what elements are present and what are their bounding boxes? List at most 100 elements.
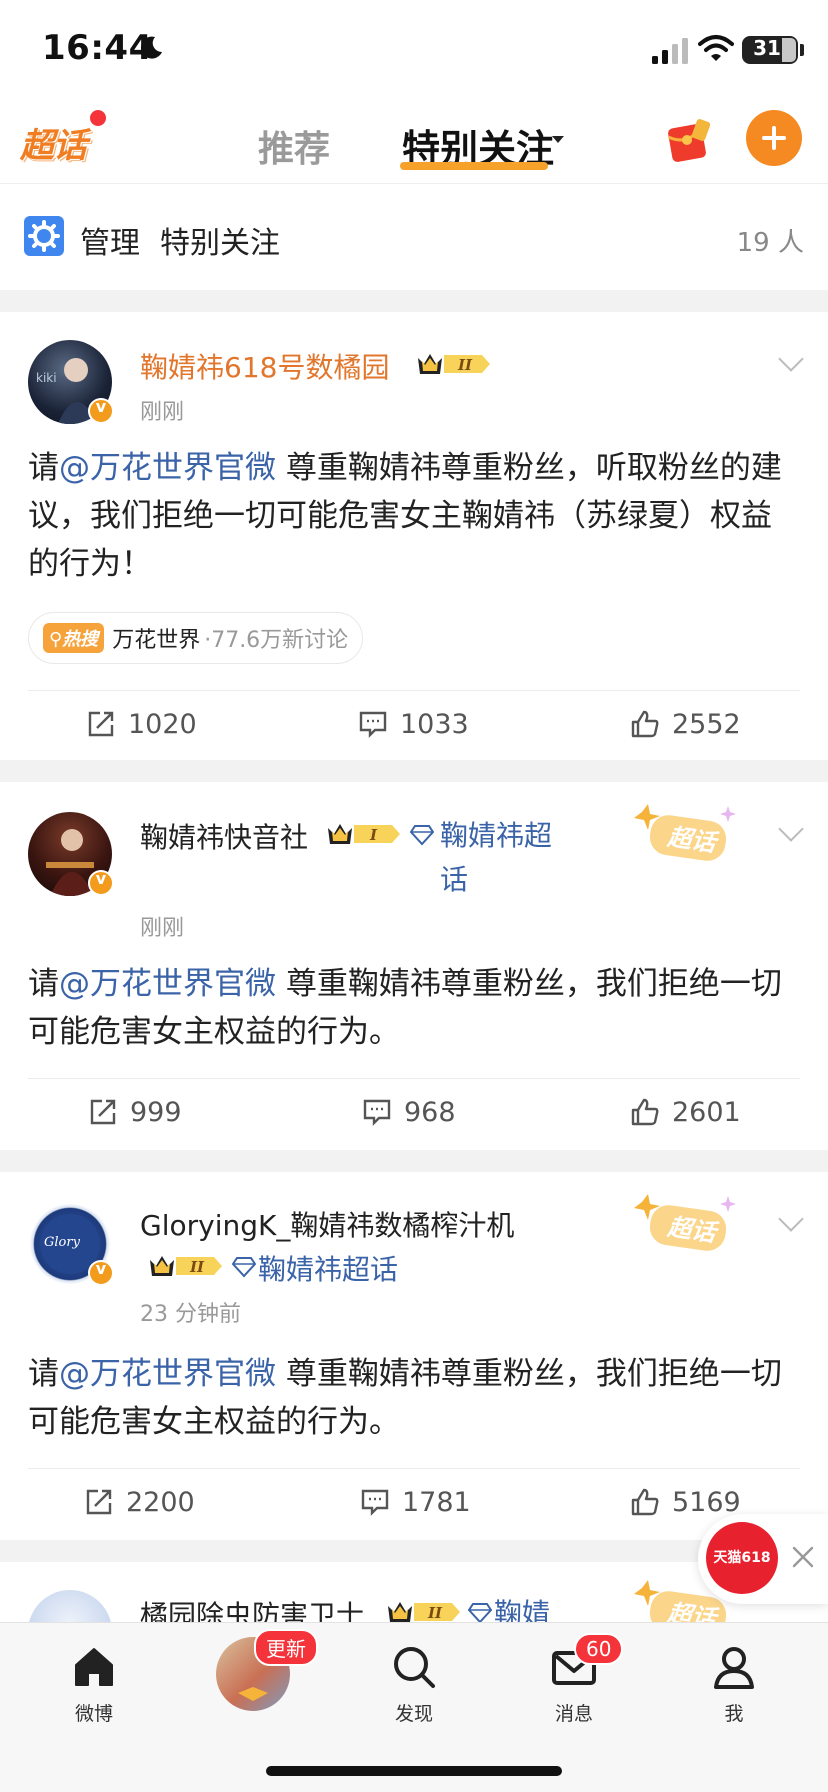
comment-count: 968 xyxy=(404,1096,456,1128)
svg-text:Glory: Glory xyxy=(44,1235,81,1250)
mention-link[interactable]: @万花世界官微 xyxy=(59,1356,276,1392)
gear-icon[interactable] xyxy=(24,216,64,256)
follow-count: 19 人 xyxy=(736,228,804,258)
thumbs-up-icon xyxy=(631,710,659,738)
chevron-down-icon[interactable] xyxy=(778,816,804,842)
level-text: I xyxy=(369,826,378,844)
wifi-icon xyxy=(698,35,734,61)
diamond-icon xyxy=(232,1257,256,1278)
action-bar: 1020 1033 2552 xyxy=(0,694,828,754)
comment-button[interactable]: 968 xyxy=(362,1082,456,1142)
chaohua-sticker: 超话 xyxy=(628,802,748,868)
post-text-prefix: 请 xyxy=(28,966,59,1002)
username[interactable]: 鞠婧祎快音社 xyxy=(140,816,308,856)
battery-icon: 31 xyxy=(742,36,798,64)
post-text-prefix: 请 xyxy=(28,450,59,486)
svg-text:kiki: kiki xyxy=(36,371,57,385)
special-follow-label: 特别关注 xyxy=(160,226,280,261)
avatar[interactable] xyxy=(28,1590,112,1622)
repost-count: 1020 xyxy=(128,708,197,740)
diamond-icon xyxy=(468,1603,492,1622)
post-time: 23 分钟前 xyxy=(140,1302,241,1327)
chaohua-sticker-label: 超话 xyxy=(665,1212,718,1248)
message-count-badge: 60 xyxy=(574,1633,624,1665)
verified-badge xyxy=(88,397,114,424)
like-button[interactable]: 2552 xyxy=(630,694,741,754)
repost-count: 2200 xyxy=(126,1486,195,1518)
supertopic-link[interactable]: 鞠婧祎超话 xyxy=(258,1248,398,1288)
user-icon xyxy=(714,1647,754,1689)
comment-count: 1033 xyxy=(400,708,469,740)
username[interactable]: GloryingK_鞠婧祎数橘榨汁机 xyxy=(140,1204,514,1244)
manage-label[interactable]: 管理 xyxy=(80,218,140,262)
signal-icon xyxy=(652,38,688,64)
chevron-down-icon[interactable] xyxy=(778,346,804,372)
battery-level: 31 xyxy=(753,36,781,60)
repost-icon xyxy=(88,711,114,737)
add-button[interactable] xyxy=(746,110,802,166)
hot-discussion-count: ·77.6万新讨论 xyxy=(204,628,349,653)
diamond-icon xyxy=(410,825,434,846)
level-text: II xyxy=(189,1258,205,1276)
crown-level-badge: I xyxy=(328,824,400,844)
tab-me[interactable]: 我 xyxy=(684,1643,784,1726)
post-text: 请@万花世界官微 尊重鞠婧祎尊重粉丝，我们拒绝一切可能危害女主权益的行为。 xyxy=(28,960,798,1056)
repost-button[interactable]: 999 xyxy=(88,1082,182,1142)
divider xyxy=(28,1078,800,1079)
post-card[interactable]: 鞠婧祎快音社 I 鞠婧祎超话 超话 刚刚 请@万花世界官微 尊重鞠婧祎尊重粉丝，… xyxy=(0,782,828,1150)
level-text: II xyxy=(427,1604,443,1622)
verified-badge xyxy=(88,1259,114,1286)
username[interactable]: 鞠婧祎618号数橘园 xyxy=(140,346,389,386)
like-button[interactable]: 2601 xyxy=(630,1082,741,1142)
tab-messages-label: 消息 xyxy=(554,1703,593,1725)
thumbs-up-icon xyxy=(631,1098,659,1126)
section-gap xyxy=(0,1150,828,1172)
status-bar: 16:44 31 xyxy=(0,0,828,96)
tab-weibo[interactable]: 微博 xyxy=(44,1643,144,1726)
repost-count: 999 xyxy=(130,1096,182,1128)
repost-button[interactable]: 1020 xyxy=(86,694,197,754)
home-indicator xyxy=(266,1766,562,1776)
post-card[interactable]: Glory GloryingK_鞠婧祎数橘榨汁机 II 鞠婧祎超话 超话 23 … xyxy=(0,1172,828,1540)
section-gap xyxy=(0,290,828,312)
comment-icon xyxy=(363,1099,391,1126)
comment-button[interactable]: 1033 xyxy=(358,694,469,754)
hot-search-tag: ⚲热搜 xyxy=(43,623,105,653)
comment-button[interactable]: 1781 xyxy=(360,1472,471,1532)
verified-badge xyxy=(88,869,114,896)
action-bar: 999 968 2601 xyxy=(0,1082,828,1142)
post-card[interactable]: kiki 鞠婧祎618号数橘园 II 刚刚 请@万花世界官微 尊重鞠婧祎尊重粉丝… xyxy=(0,312,828,760)
close-icon[interactable] xyxy=(790,1544,816,1570)
comment-count: 1781 xyxy=(402,1486,471,1518)
level-text: II xyxy=(457,356,473,374)
hot-search-chip[interactable]: ⚲热搜 万花世界 ·77.6万新讨论 xyxy=(28,612,364,664)
tab-me-label: 我 xyxy=(724,1703,744,1725)
like-count: 5169 xyxy=(672,1486,741,1518)
search-icon xyxy=(394,1647,435,1688)
supertopic-link[interactable]: 鞠婧祎超话 xyxy=(440,814,570,902)
supertopic-link[interactable]: 鞠婧 xyxy=(494,1592,550,1622)
active-tab-indicator xyxy=(400,162,548,170)
manage-row[interactable]: 管理 特别关注 19 人 xyxy=(0,184,828,290)
status-time: 16:44 xyxy=(42,28,153,68)
tmall-618-float[interactable]: 天猫618 xyxy=(698,1514,828,1604)
chaohua-logo[interactable]: 超话 xyxy=(20,118,87,167)
tab-discover-label: 发现 xyxy=(394,1703,433,1725)
tab-discover[interactable]: 发现 xyxy=(364,1643,464,1726)
caret-down-icon[interactable] xyxy=(552,136,564,143)
moon-icon xyxy=(140,36,162,59)
username[interactable]: 橘园除虫防害卫士 xyxy=(140,1594,364,1622)
red-packet-icon[interactable] xyxy=(664,116,714,164)
chevron-down-icon[interactable] xyxy=(778,1206,804,1232)
notification-dot xyxy=(90,110,106,126)
action-bar: 2200 1781 5169 xyxy=(0,1472,828,1532)
mention-link[interactable]: @万花世界官微 xyxy=(59,450,276,486)
divider xyxy=(28,1468,800,1469)
repost-button[interactable]: 2200 xyxy=(84,1472,195,1532)
tmall-618-badge[interactable]: 天猫618 xyxy=(706,1522,778,1594)
chaohua-sticker-label: 超话 xyxy=(665,822,718,858)
mention-link[interactable]: @万花世界官微 xyxy=(59,966,276,1002)
search-icon: ⚲ xyxy=(49,629,63,650)
tab-recommend[interactable]: 推荐 xyxy=(258,120,330,172)
top-nav: 超话 推荐 特别关注 xyxy=(0,96,828,184)
